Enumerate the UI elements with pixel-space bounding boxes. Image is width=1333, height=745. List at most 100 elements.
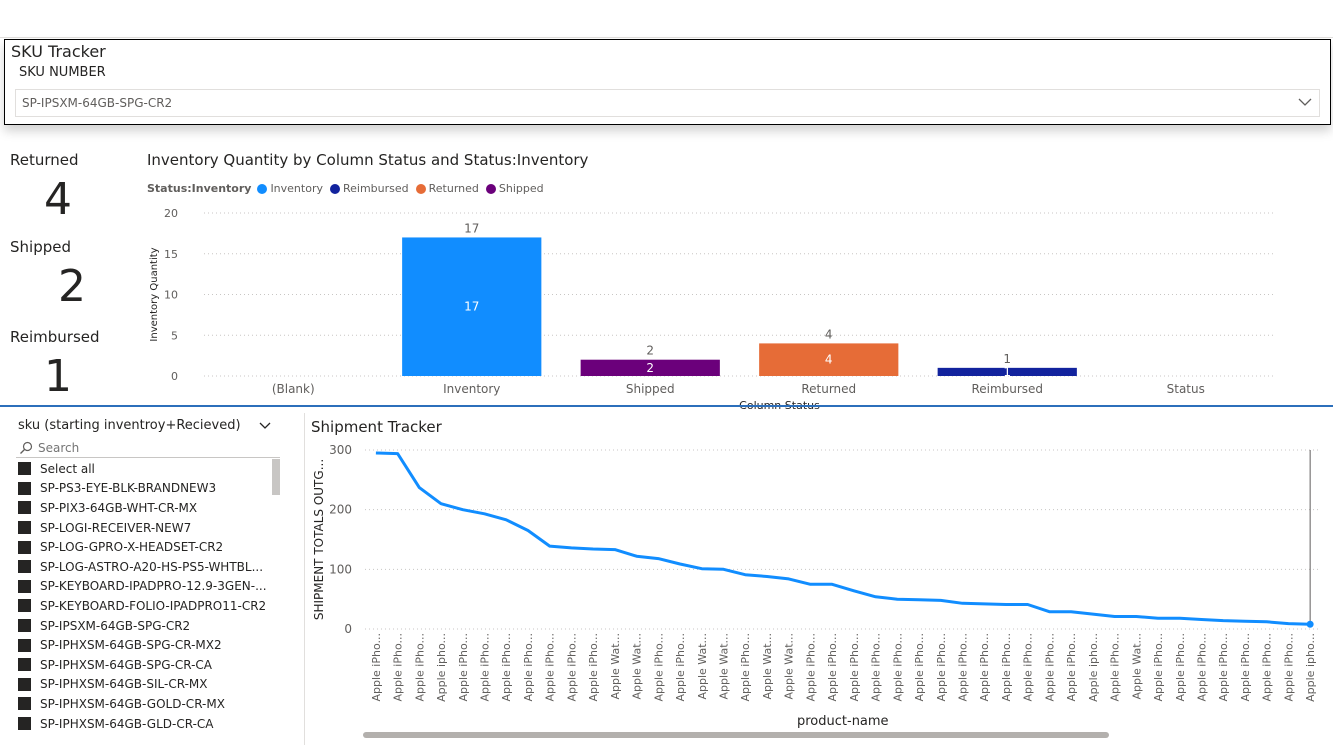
returned-card-value: 4 (44, 174, 72, 225)
line-category-label: Apple iPho... (935, 633, 948, 702)
checkbox[interactable] (18, 560, 31, 574)
checkbox[interactable] (18, 521, 31, 535)
line-category-label: Apple iPho... (457, 633, 470, 702)
line-category-label: Apple iPho... (479, 633, 492, 702)
legend-item-label: Shipped (498, 182, 544, 195)
shipped-card-value: 2 (58, 261, 86, 312)
line-y-tick-label: 0 (344, 622, 352, 636)
sku-list-item-label: Select all (40, 461, 95, 476)
legend-dot-icon (415, 183, 426, 194)
legend-dot-icon (485, 183, 496, 194)
line-category-label: Apple ipho... (435, 633, 448, 702)
bar-category-label: Returned (801, 382, 856, 396)
bar-chart-title: Inventory Quantity by Column Status and … (147, 151, 589, 169)
reimbursed-card-label: Reimbursed (10, 328, 100, 346)
bar-category-label: Reimbursed (971, 382, 1043, 396)
sku-list-item[interactable]: SP-IPHXSM-64GB-GLD-CR-CA (10, 714, 282, 734)
legend-item-label: Reimbursed (342, 182, 409, 195)
returned-card-label: Returned (10, 151, 79, 169)
bar-y-tick-label: 0 (171, 370, 178, 383)
sku-list-item-label: SP-KEYBOARD-FOLIO-IPADPRO11-CR2 (40, 598, 267, 613)
line-category-label: Apple iPho... (1261, 633, 1274, 702)
sku-list-item[interactable]: SP-IPHXSM-64GB-GOLD-CR-MX (10, 694, 282, 714)
section-divider (0, 405, 1333, 407)
checkbox[interactable] (18, 501, 31, 515)
sku-list-item-label: SP-IPSXM-64GB-SPG-CR2 (40, 618, 191, 633)
line-category-label: Apple iPho... (957, 633, 970, 702)
checkbox[interactable] (18, 658, 31, 672)
checkbox[interactable] (18, 481, 31, 495)
line-category-label: Apple iPho... (891, 633, 904, 702)
sku-list-item-label: SP-IPHXSM-64GB-SPG-CR-CA (40, 657, 213, 672)
sku-list-item[interactable]: SP-KEYBOARD-FOLIO-IPADPRO11-CR2 (10, 596, 282, 616)
line-category-label: Apple iPho... (1239, 633, 1252, 702)
sku-list-scrollbar[interactable] (272, 459, 280, 495)
line-category-label: Apple iPho... (826, 633, 839, 702)
line-y-tick-label: 200 (329, 503, 352, 517)
sku-search-box (16, 438, 280, 458)
bar-data-label: 2 (646, 361, 654, 375)
legend-item-label: Inventory (270, 182, 323, 195)
checkbox[interactable] (18, 697, 31, 711)
inventory-bar-chart: 0 5 10 15 20 Inventory Quantity (Blank) Invento… (149, 207, 1275, 412)
sku-list-items: Select all SP-PS3-EYE-BLK-BRANDNEW3 SP-PIX… (10, 459, 282, 733)
line-category-label: Apple iPho... (870, 633, 883, 702)
sku-list-item[interactable]: SP-LOG-GPRO-X-HEADSET-CR2 (10, 537, 282, 557)
sku-list-item[interactable]: SP-IPHXSM-64GB-SIL-CR-MX (10, 675, 282, 695)
sku-list-item[interactable]: SP-PIX3-64GB-WHT-CR-MX (10, 498, 282, 518)
line-category-label: Apple iPho... (587, 633, 600, 702)
bar-y-tick-label: 5 (171, 329, 178, 342)
line-category-label: Apple iPho... (370, 633, 383, 702)
line-category-label: Apple iPho... (392, 633, 405, 702)
sku-list-item[interactable]: SP-IPSXM-64GB-SPG-CR2 (10, 616, 282, 636)
line-y-axis-label: SHIPMENT TOTALS OUTG... (312, 459, 326, 620)
line-category-label: Apple iPho... (1043, 633, 1056, 702)
legend-item-reimbursed[interactable]: Reimbursed (329, 182, 409, 195)
sku-number-selected-value: SP-IPSXM-64GB-SPG-CR2 (22, 96, 173, 110)
select-all-item[interactable]: Select all (10, 459, 282, 479)
checkbox[interactable] (18, 717, 31, 731)
bar-y-tick-label: 20 (164, 207, 178, 220)
shipment-line (375, 451, 1311, 626)
line-category-label: Apple iPho... (1065, 633, 1078, 702)
line-category-label: Apple Wat... (761, 633, 774, 700)
sku-list-item-label: SP-LOGI-RECEIVER-NEW7 (40, 520, 192, 535)
checkbox[interactable] (18, 579, 31, 593)
sku-list-item-label: SP-PIX3-64GB-WHT-CR-MX (40, 500, 198, 515)
sku-search-input[interactable] (38, 440, 268, 456)
reimbursed-card-value: 1 (44, 355, 72, 402)
search-icon (20, 441, 33, 454)
sku-list-item-label: SP-LOG-GPRO-X-HEADSET-CR2 (40, 540, 224, 555)
bar-data-label: 1 (1003, 365, 1011, 379)
checkbox[interactable] (18, 677, 31, 691)
checkbox[interactable] (18, 462, 31, 476)
sku-list-item[interactable]: SP-PS3-EYE-BLK-BRANDNEW3 (10, 479, 282, 499)
checkbox[interactable] (18, 619, 31, 633)
sku-list-item[interactable]: SP-IPHXSM-64GB-SPG-CR-MX2 (10, 635, 282, 655)
sku-list-item[interactable]: SP-KEYBOARD-IPADPRO-12.9-3GEN-... (10, 577, 282, 597)
line-category-label: Apple Wat... (1130, 633, 1143, 700)
shipment-horizontal-scrollbar[interactable] (363, 732, 1109, 738)
line-category-label: Apple iPho... (413, 633, 426, 702)
checkbox[interactable] (18, 599, 31, 613)
sku-tracker-title: SKU Tracker (11, 42, 106, 61)
line-category-label: Apple iPho... (1196, 633, 1209, 702)
line-category-label: Apple iPho... (739, 633, 752, 702)
sku-list-item[interactable]: SP-LOGI-RECEIVER-NEW7 (10, 518, 282, 538)
legend-item-label: Returned (428, 182, 479, 195)
line-category-label: Apple Wat... (718, 633, 731, 700)
sku-list-item[interactable]: SP-IPHXSM-64GB-SPG-CR-CA (10, 655, 282, 675)
line-category-label: Apple iPho... (1217, 633, 1230, 702)
bar-total-label: 2 (646, 344, 654, 358)
line-category-label: Apple iPho... (674, 633, 687, 702)
sku-list-item[interactable]: SP-LOG-ASTRO-A20-HS-PS5-WHTBL... (10, 557, 282, 577)
legend-item-inventory[interactable]: Inventory (257, 182, 323, 195)
bar-category-label: (Blank) (272, 382, 315, 396)
checkbox[interactable] (18, 540, 31, 554)
chevron-down-icon[interactable] (258, 419, 272, 433)
sku-number-dropdown[interactable]: SP-IPSXM-64GB-SPG-CR2 (15, 89, 1320, 117)
checkbox[interactable] (18, 638, 31, 652)
legend-item-returned[interactable]: Returned (415, 182, 479, 195)
line-category-label: Apple iPho... (1152, 633, 1165, 702)
legend-item-shipped[interactable]: Shipped (485, 182, 544, 195)
